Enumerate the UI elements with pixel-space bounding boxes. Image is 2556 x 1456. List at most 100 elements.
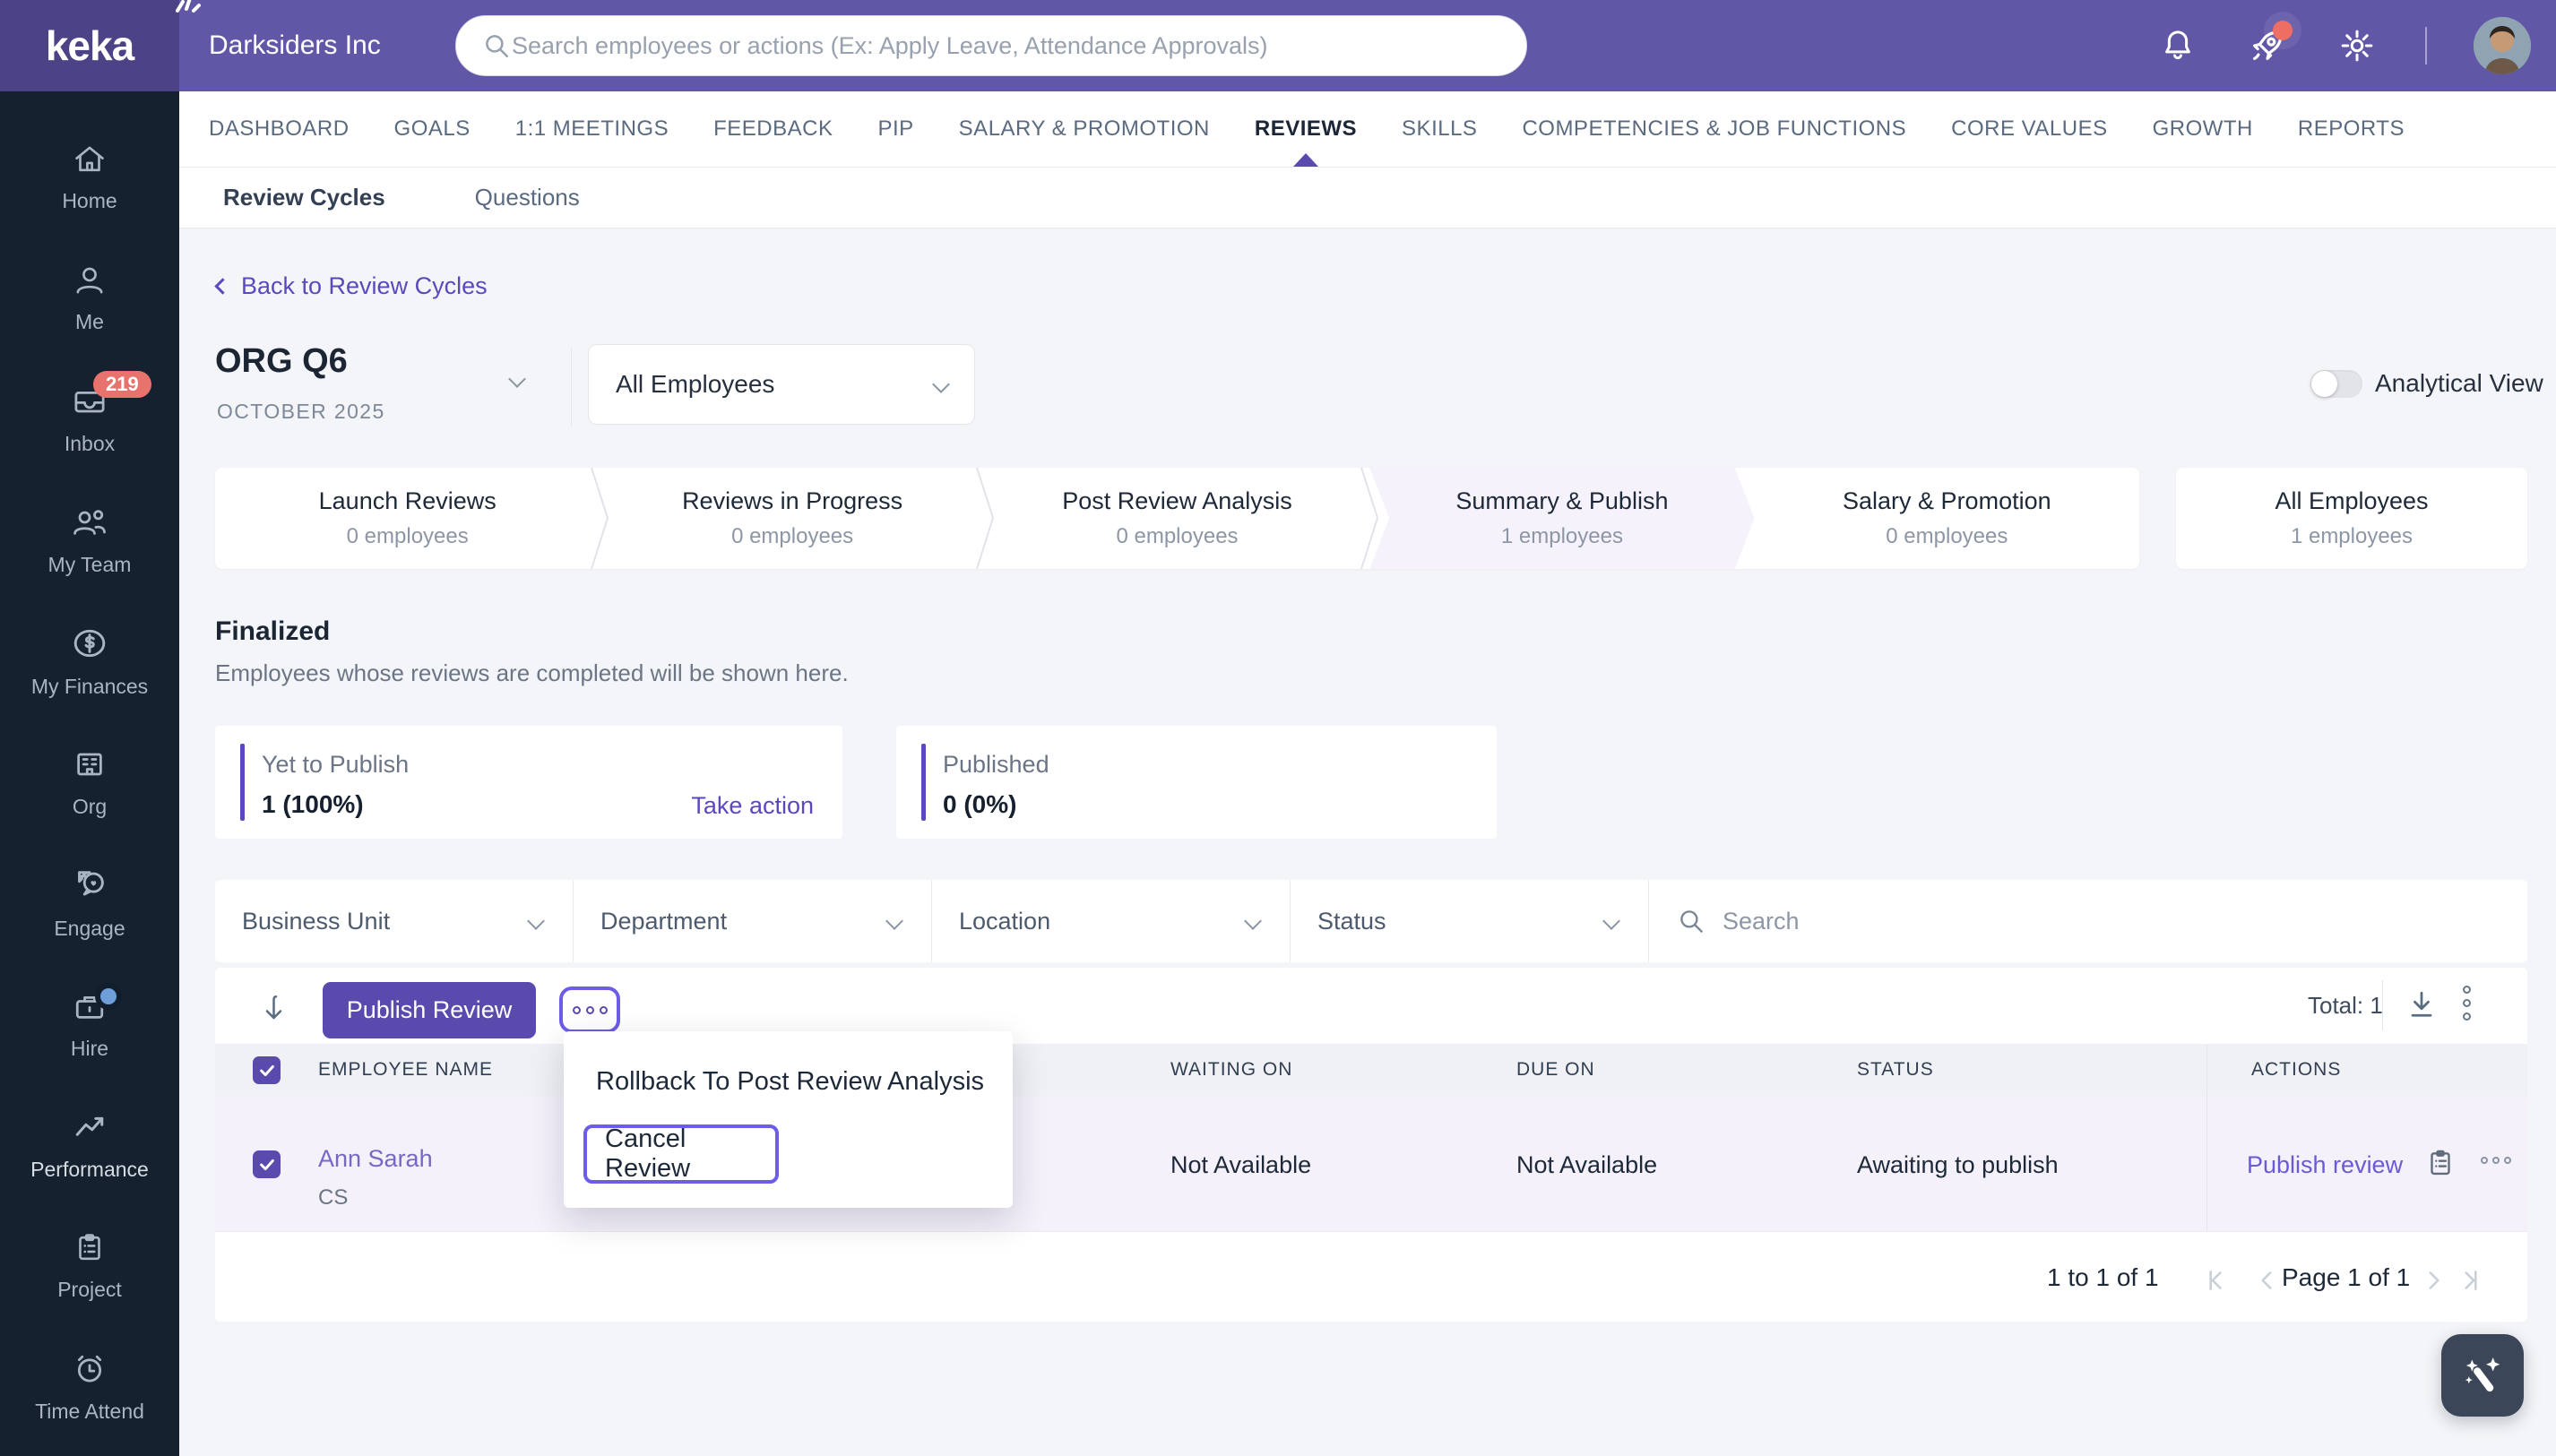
sidebar-item-performance[interactable]: Performance (0, 1084, 179, 1205)
col-status[interactable]: STATUS (1857, 1044, 1934, 1096)
global-search[interactable] (455, 15, 1527, 76)
stage-separator (591, 468, 609, 569)
card-accent-bar (921, 744, 926, 821)
sidebar-item-time-attend[interactable]: Time Attend (0, 1326, 179, 1447)
download-icon[interactable] (2404, 987, 2439, 1023)
tab-dashboard[interactable]: DASHBOARD (209, 91, 350, 167)
tab-pip[interactable]: PIP (877, 91, 913, 167)
stage-launch-reviews[interactable]: Launch Reviews 0 employees (215, 468, 609, 569)
menu-rollback-item[interactable]: Rollback To Post Review Analysis (596, 1067, 984, 1097)
finalized-subtitle: Employees whose reviews are completed wi… (215, 659, 849, 686)
publish-review-button[interactable]: Publish Review (323, 982, 536, 1038)
table-search[interactable] (1649, 880, 2527, 962)
table-search-input[interactable] (1723, 907, 2500, 935)
tab-1-1-meetings[interactable]: 1:1 MEETINGS (515, 91, 669, 167)
settings-gear-icon[interactable] (2336, 24, 2379, 67)
review-summary-clipboard-icon[interactable] (2423, 1146, 2457, 1180)
table-kebab-menu-icon[interactable] (2463, 986, 2471, 1021)
whats-new-rocket-icon[interactable] (2246, 21, 2293, 67)
tab-goals[interactable]: GOALS (394, 91, 471, 167)
home-icon (75, 146, 104, 172)
sidebar-item-hire[interactable]: Hire (0, 963, 179, 1084)
me-person-icon (76, 267, 103, 294)
select-all-checkbox[interactable] (253, 1056, 281, 1084)
bulk-more-actions-button[interactable] (559, 986, 620, 1033)
tab-salary-promotion[interactable]: SALARY & PROMOTION (959, 91, 1210, 167)
user-avatar[interactable] (2474, 17, 2531, 74)
header-divider (571, 348, 572, 426)
col-actions: ACTIONS (2251, 1059, 2342, 1080)
sidebar-item-inbox[interactable]: 219 Inbox (0, 358, 179, 479)
chevron-down-icon (1602, 912, 1620, 930)
status-value: Awaiting to publish (1857, 1151, 2059, 1178)
col-due-on[interactable]: DUE ON (1516, 1044, 1595, 1096)
all-employees-stage-card[interactable]: All Employees 1 employees (2176, 468, 2527, 569)
take-action-link[interactable]: Take action (691, 792, 814, 820)
back-to-review-cycles-link[interactable]: Back to Review Cycles (214, 272, 488, 300)
global-search-input[interactable] (512, 31, 1501, 60)
employee-department: CS (318, 1185, 349, 1210)
sidebar-item-org[interactable]: Org (0, 721, 179, 842)
published-value: 0 (0%) (943, 790, 1017, 818)
waiting-on-value: Not Available (1170, 1151, 1312, 1178)
analytical-view-toggle[interactable] (2310, 370, 2362, 398)
stage-reviews-in-progress[interactable]: Reviews in Progress 0 employees (600, 468, 994, 569)
finances-dollar-icon (73, 629, 106, 658)
sort-descending-icon[interactable] (258, 991, 294, 1027)
stage-separator (1360, 468, 1379, 569)
total-count-label: Total: 1 (2308, 992, 2383, 1019)
menu-cancel-review-item[interactable]: Cancel Review (583, 1124, 779, 1184)
col-employee-name[interactable]: EMPLOYEE NAME (318, 1044, 493, 1096)
tab-competencies[interactable]: COMPETENCIES & JOB FUNCTIONS (1522, 91, 1906, 167)
cycle-name[interactable]: ORG Q6 (215, 342, 348, 381)
col-waiting-on[interactable]: WAITING ON (1170, 1044, 1292, 1096)
keka-logo-text: keka (45, 22, 134, 69)
pagination-range: 1 to 1 of 1 (2047, 1263, 2159, 1291)
notifications-bell-icon[interactable] (2156, 24, 2199, 67)
filter-status[interactable]: Status (1291, 880, 1649, 962)
subnav-questions[interactable]: Questions (475, 184, 580, 211)
tab-core-values[interactable]: CORE VALUES (1951, 91, 2107, 167)
tab-reviews[interactable]: REVIEWS (1255, 91, 1357, 167)
employees-table-card: Publish Review Total: 1 EMPLOYEE NAME WA… (215, 968, 2527, 1322)
due-on-value: Not Available (1516, 1151, 1658, 1178)
stage-post-review-analysis[interactable]: Post Review Analysis 0 employees (985, 468, 1379, 569)
row-more-actions-icon[interactable] (2481, 1157, 2511, 1164)
sidebar-item-home[interactable]: Home (0, 116, 179, 237)
filter-business-unit[interactable]: Business Unit (215, 880, 574, 962)
tab-growth[interactable]: GROWTH (2153, 91, 2253, 167)
sidebar-item-my-finances[interactable]: My Finances (0, 600, 179, 721)
sidebar-item-engage[interactable]: Engage (0, 842, 179, 963)
filter-department[interactable]: Department (574, 880, 932, 962)
stage-summary-publish[interactable]: Summary & Publish 1 employees (1369, 468, 1754, 569)
cycle-period: OCTOBER 2025 (217, 400, 385, 423)
sidebar: Home Me 219 Inbox My Team My Finances Or… (0, 91, 179, 1456)
employee-name-link[interactable]: Ann Sarah (318, 1145, 433, 1173)
stage-salary-promotion[interactable]: Salary & Promotion 0 employees (1755, 468, 2139, 569)
time-attend-clock-icon (77, 1355, 102, 1383)
back-chevron-icon (214, 278, 231, 295)
ai-assistant-fab[interactable] (2441, 1334, 2524, 1417)
search-icon (486, 35, 508, 57)
audience-filter-select[interactable]: All Employees (588, 344, 975, 425)
performance-trend-icon (75, 1116, 104, 1136)
tab-skills[interactable]: SKILLS (1402, 91, 1477, 167)
keka-logo[interactable]: keka (0, 0, 201, 91)
row-checkbox[interactable] (253, 1150, 281, 1178)
chevron-down-icon (932, 375, 950, 393)
cycle-chevron-icon[interactable] (508, 370, 526, 388)
last-page-icon[interactable] (2456, 1265, 2486, 1300)
company-name: Darksiders Inc (209, 30, 381, 60)
subnav-review-cycles[interactable]: Review Cycles (223, 184, 385, 211)
tab-feedback[interactable]: FEEDBACK (713, 91, 833, 167)
sidebar-item-project[interactable]: Project (0, 1205, 179, 1326)
filter-location[interactable]: Location (932, 880, 1291, 962)
chevron-down-icon (885, 912, 903, 930)
tab-reports[interactable]: REPORTS (2298, 91, 2405, 167)
sidebar-item-me[interactable]: Me (0, 237, 179, 358)
first-page-icon[interactable] (2200, 1265, 2231, 1300)
sidebar-item-my-team[interactable]: My Team (0, 479, 179, 600)
publish-review-link[interactable]: Publish review (2247, 1151, 2403, 1179)
prev-page-icon[interactable] (2252, 1265, 2283, 1300)
next-page-icon[interactable] (2418, 1265, 2448, 1300)
